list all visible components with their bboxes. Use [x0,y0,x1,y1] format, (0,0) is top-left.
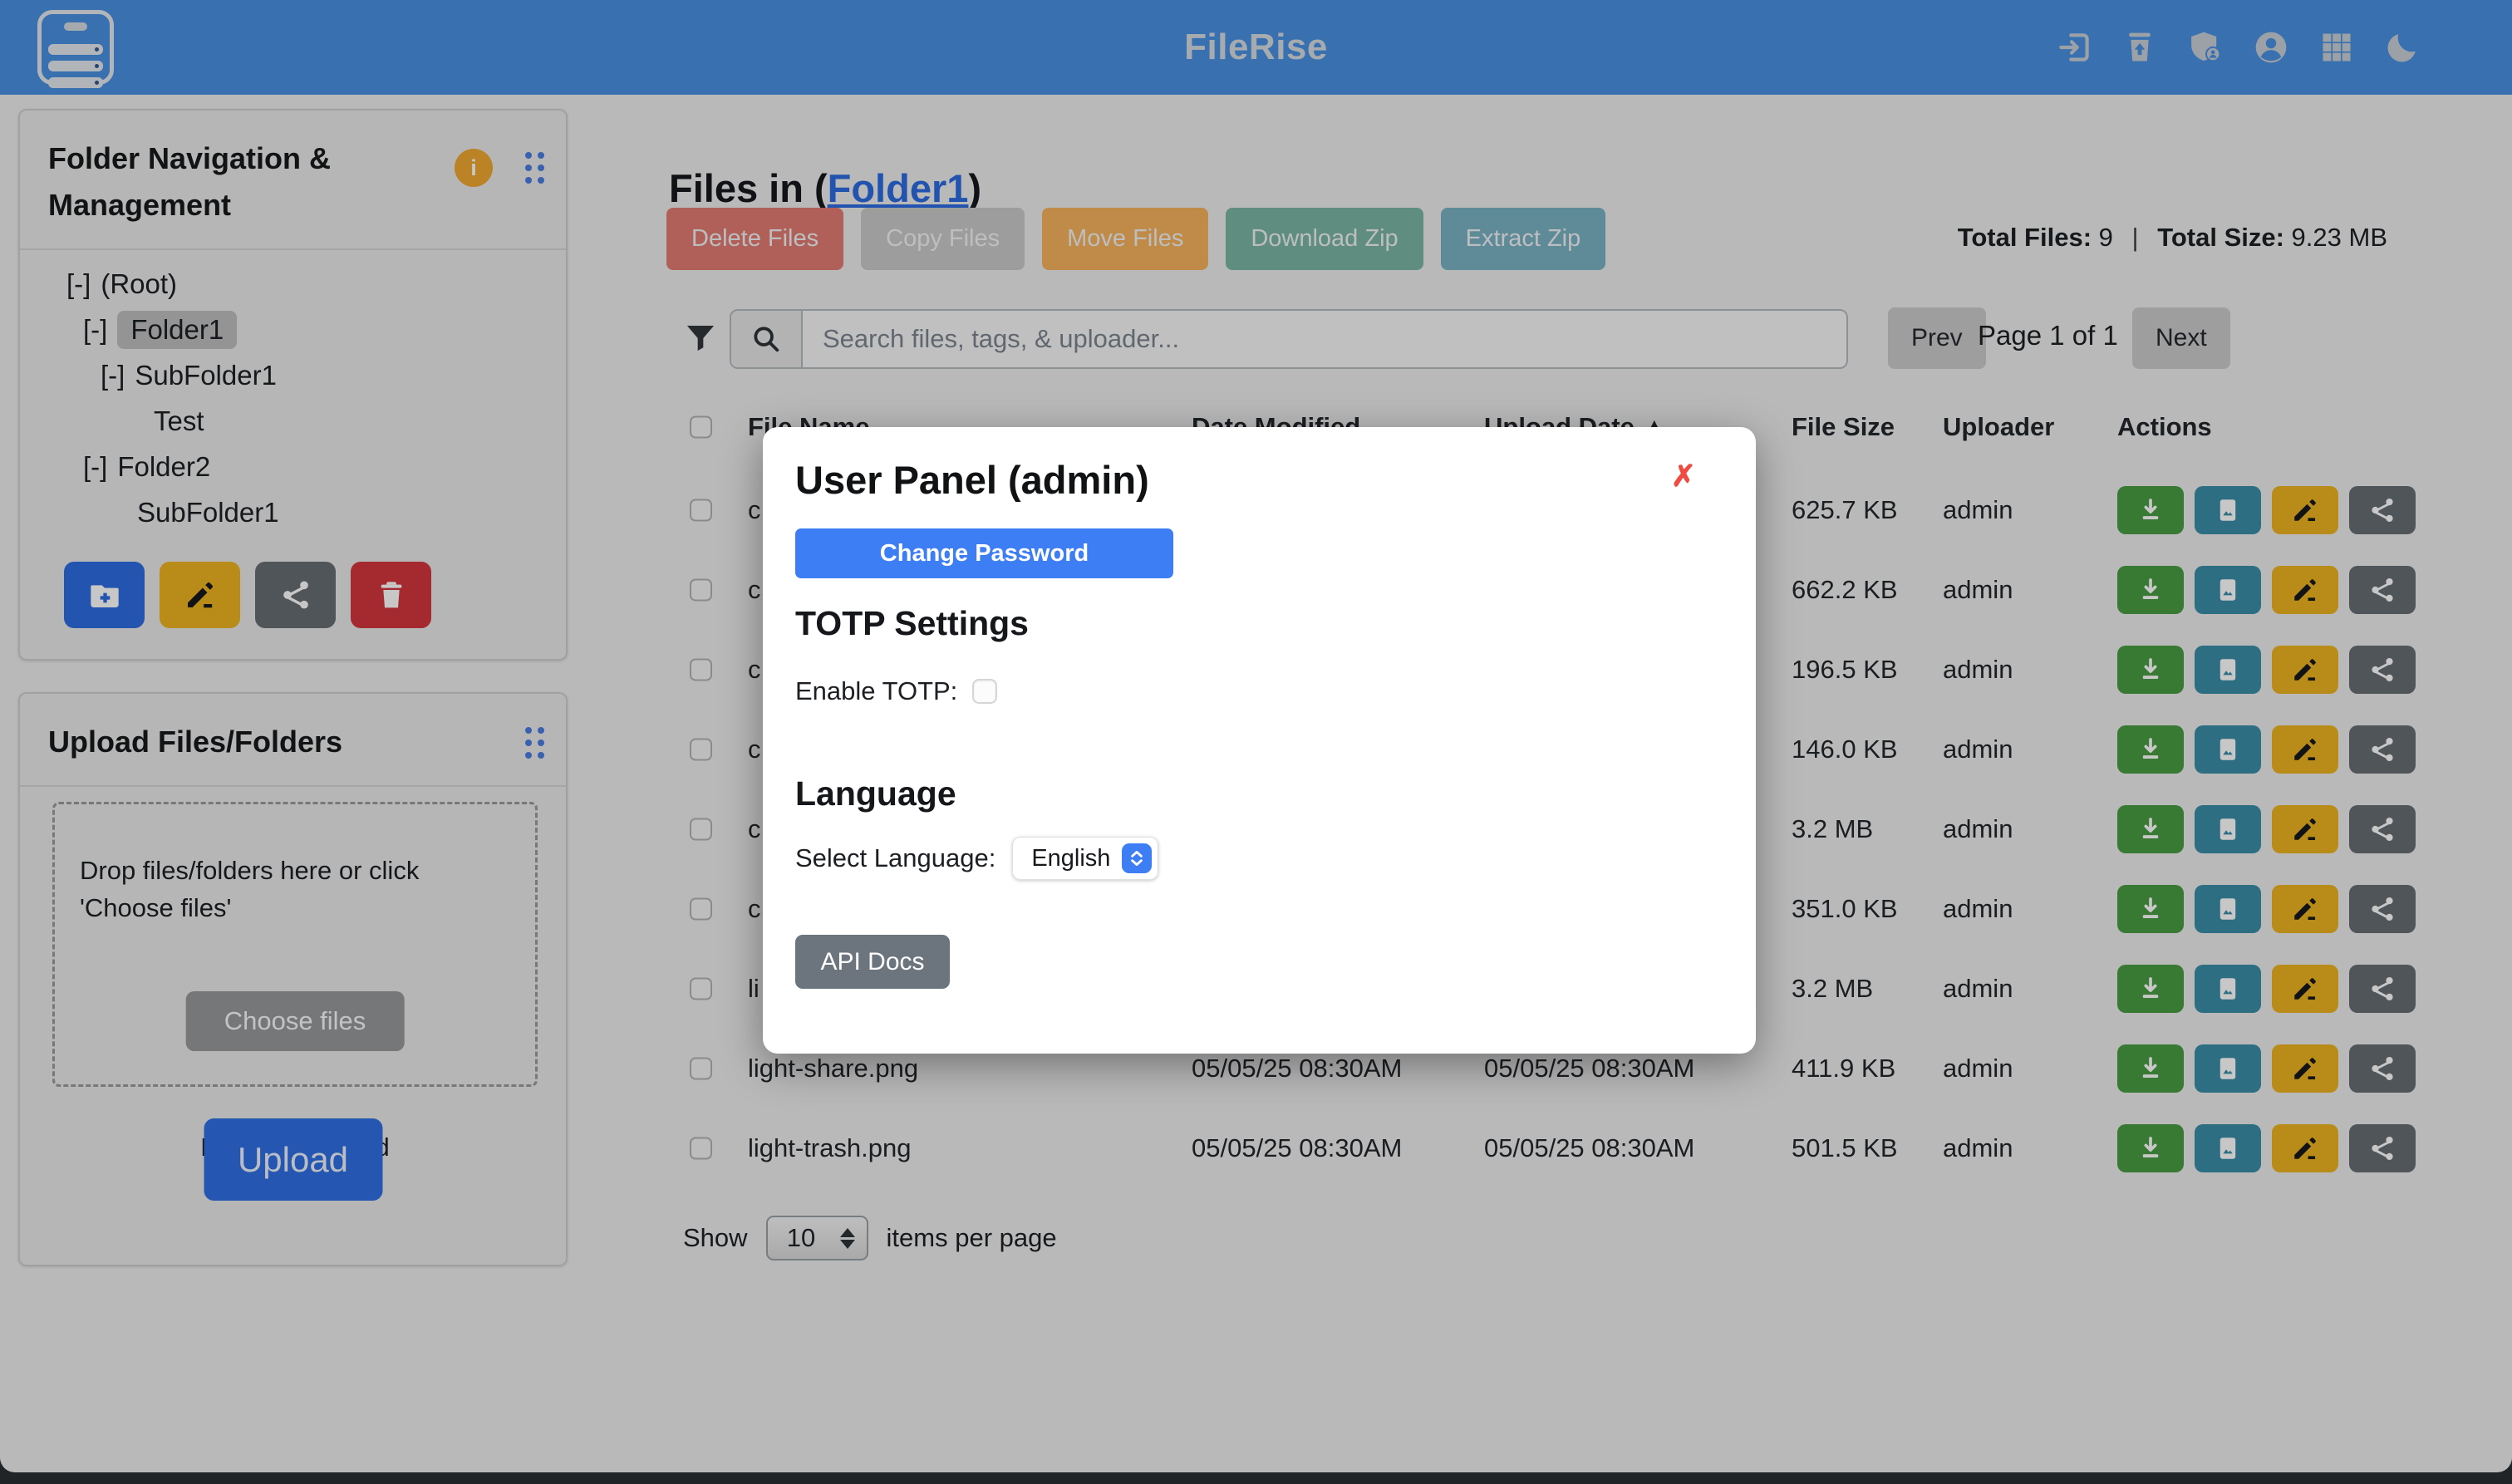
language-select[interactable]: English [1012,837,1158,880]
select-language-label: Select Language: [795,843,995,873]
enable-totp-row: Enable TOTP: [795,676,997,706]
enable-totp-label: Enable TOTP: [795,676,957,706]
language-select-value: English [1031,845,1110,872]
user-panel-modal: ✗ User Panel (admin) Change Password TOT… [763,427,1756,1054]
language-heading: Language [795,774,956,813]
api-docs-button[interactable]: API Docs [795,935,950,989]
select-language-row: Select Language: English [795,837,1158,880]
modal-title: User Panel (admin) [795,457,1149,503]
select-chevrons-icon [1122,843,1152,873]
totp-settings-heading: TOTP Settings [795,604,1029,643]
close-icon[interactable]: ✗ [1671,459,1696,494]
enable-totp-checkbox[interactable] [972,679,997,704]
desktop-background: FileRise [0,0,2512,1484]
change-password-button[interactable]: Change Password [795,528,1173,578]
